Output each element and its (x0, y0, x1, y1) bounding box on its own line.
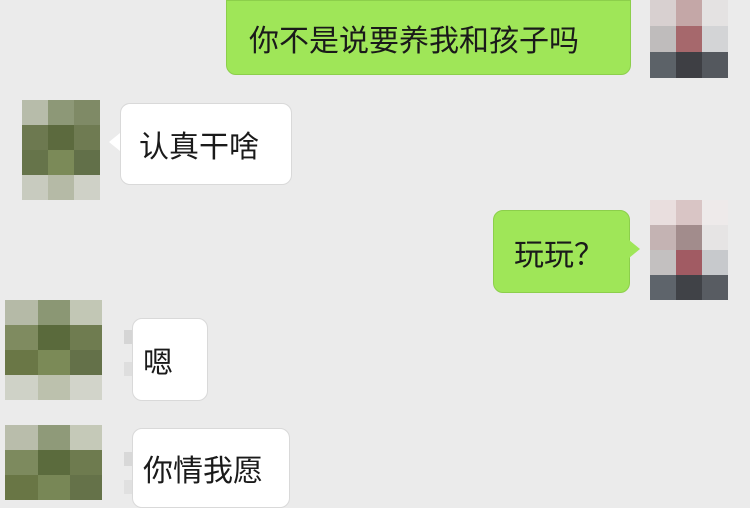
message-bubble-incoming[interactable]: 认真干啥 (120, 103, 292, 185)
avatar-self[interactable] (650, 0, 728, 78)
avatar-contact[interactable] (5, 425, 102, 500)
chat-window: 你不是说要养我和孩子吗 认真干啥 玩玩？ 嗯 你情我愿 (0, 0, 750, 508)
avatar-self[interactable] (650, 200, 728, 300)
message-text: 嗯 (143, 345, 173, 381)
message-text: 玩玩？ (514, 237, 604, 273)
avatar-contact[interactable] (22, 100, 100, 200)
message-text: 认真干啥 (139, 130, 259, 165)
message-bubble-outgoing[interactable]: 你不是说要养我和孩子吗 (226, 0, 631, 75)
message-text: 你情我愿 (143, 454, 263, 489)
message-text: 你不是说要养我和孩子吗 (249, 23, 579, 59)
message-bubble-incoming[interactable]: 你情我愿 (132, 428, 290, 508)
message-bubble-incoming[interactable]: 嗯 (132, 318, 208, 401)
avatar-contact[interactable] (5, 300, 102, 400)
message-bubble-outgoing[interactable]: 玩玩？ (493, 210, 630, 293)
